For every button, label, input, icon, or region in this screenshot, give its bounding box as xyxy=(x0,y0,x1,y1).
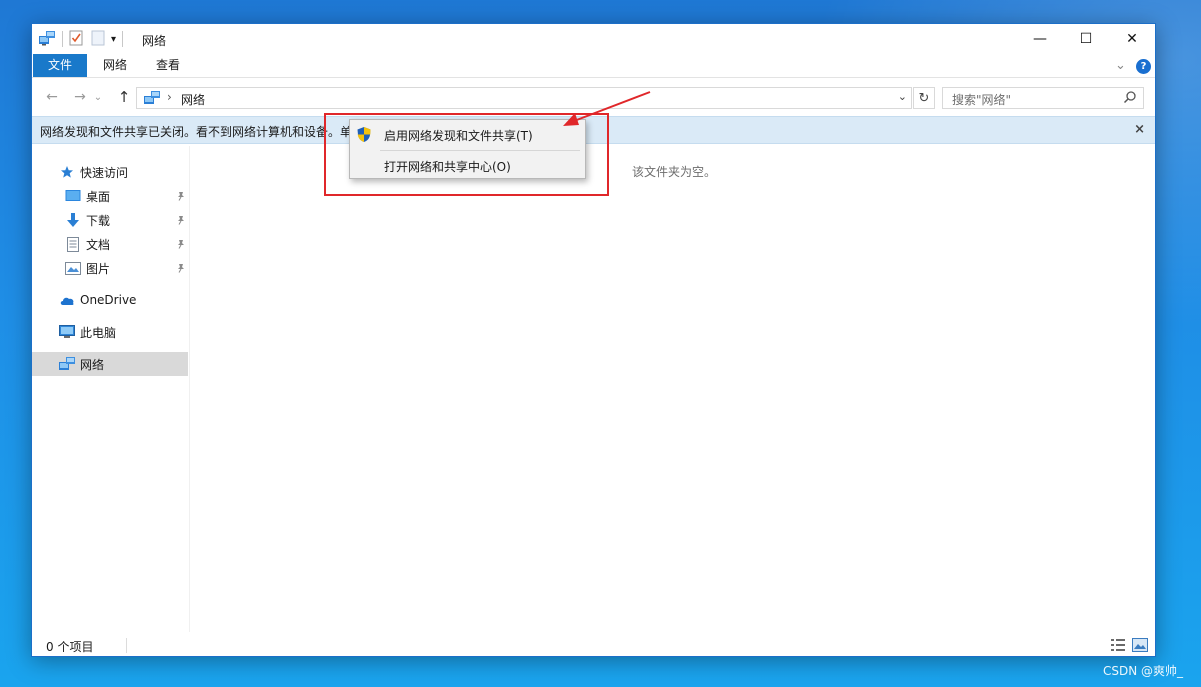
annotation-arrow-icon xyxy=(563,91,651,126)
csdn-watermark: CSDN @爽帅_ xyxy=(1103,664,1184,678)
